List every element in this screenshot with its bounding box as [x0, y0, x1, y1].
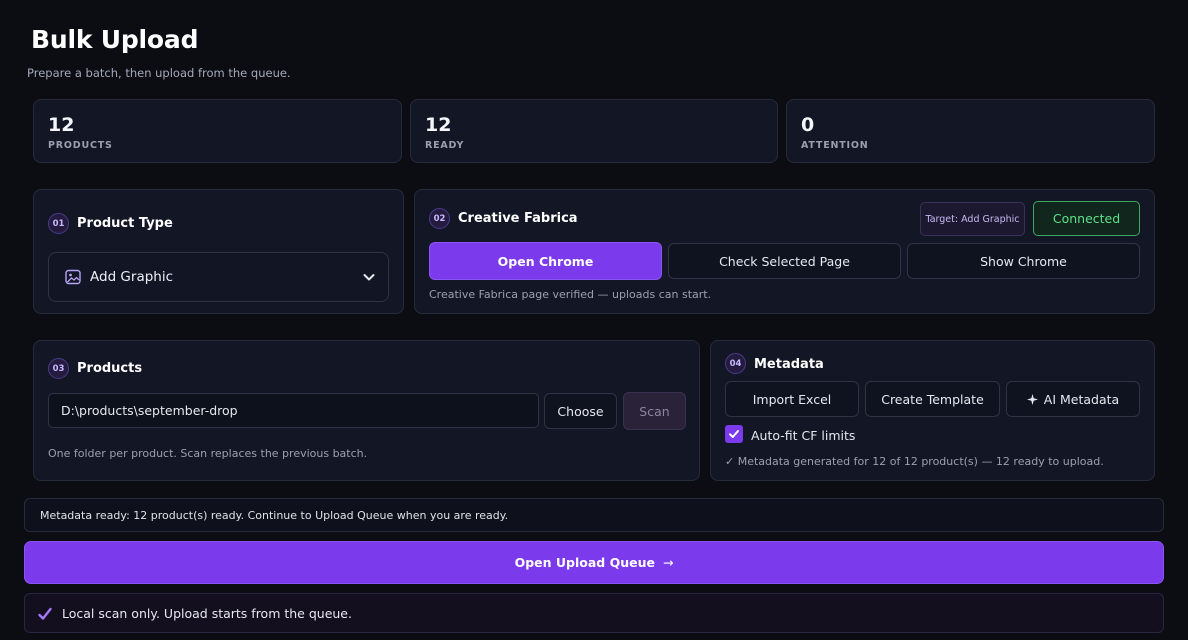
- connection-status-text: Creative Fabrica page verified — uploads…: [429, 288, 712, 301]
- stat-card-attention: 0 ATTENTION: [786, 99, 1155, 163]
- autofit-checkbox[interactable]: [725, 425, 743, 443]
- stat-label: PRODUCTS: [48, 140, 113, 151]
- ai-metadata-button[interactable]: AI Metadata: [1006, 381, 1140, 417]
- chevron-down-icon: [362, 269, 376, 288]
- ai-metadata-label: AI Metadata: [1043, 391, 1120, 407]
- open-upload-queue-label: Open Upload Queue: [514, 555, 655, 570]
- section-title: Products: [77, 361, 143, 376]
- product-type-card: 01 Product Type Add Graphic: [33, 189, 404, 314]
- creative-fabrica-card: 02 Creative Fabrica Target: Add Graphic …: [414, 189, 1155, 314]
- footer-message: Local scan only. Upload starts from the …: [62, 606, 352, 621]
- choose-folder-button[interactable]: Choose: [544, 393, 617, 429]
- image-icon: [65, 269, 81, 285]
- connection-status-badge: Connected: [1033, 201, 1140, 236]
- sparkle-icon: [1026, 393, 1038, 405]
- target-badge: Target: Add Graphic: [920, 202, 1025, 236]
- show-chrome-button[interactable]: Show Chrome: [907, 243, 1140, 279]
- stat-value: 12: [48, 114, 75, 136]
- page-title: Bulk Upload: [31, 25, 199, 54]
- step-badge: 01: [48, 213, 69, 234]
- step-badge: 04: [725, 353, 746, 374]
- metadata-status-text: ✓ Metadata generated for 12 of 12 produc…: [725, 455, 1104, 468]
- stat-label: ATTENTION: [801, 140, 869, 151]
- check-selected-page-button[interactable]: Check Selected Page: [668, 243, 901, 279]
- step-badge: 02: [429, 208, 450, 229]
- stat-value: 12: [425, 114, 452, 136]
- open-upload-queue-button[interactable]: Open Upload Queue →: [24, 541, 1164, 584]
- stat-value: 0: [801, 114, 815, 136]
- metadata-card: 04 Metadata Import Excel Create Template…: [710, 340, 1155, 481]
- import-excel-button[interactable]: Import Excel: [725, 381, 859, 417]
- banner-message: Metadata ready: 12 product(s) ready. Con…: [40, 509, 509, 522]
- arrow-right-icon: →: [662, 555, 674, 570]
- product-type-select[interactable]: Add Graphic: [48, 252, 389, 302]
- stat-card-ready: 12 READY: [410, 99, 778, 163]
- create-template-button[interactable]: Create Template: [865, 381, 1000, 417]
- metadata-ready-banner: Metadata ready: 12 product(s) ready. Con…: [24, 498, 1164, 532]
- folder-path-input[interactable]: [48, 393, 539, 428]
- products-card: 03 Products Choose Scan One folder per p…: [33, 340, 700, 481]
- products-hint: One folder per product. Scan replaces th…: [48, 447, 368, 460]
- check-icon: [728, 428, 740, 440]
- stat-card-products: 12 PRODUCTS: [33, 99, 402, 163]
- scan-button[interactable]: Scan: [623, 392, 686, 430]
- step-badge: 03: [48, 358, 69, 379]
- product-type-value: Add Graphic: [90, 269, 174, 285]
- autofit-label[interactable]: Auto-fit CF limits: [751, 428, 855, 443]
- local-scan-notice: Local scan only. Upload starts from the …: [24, 593, 1164, 633]
- page-subtitle: Prepare a batch, then upload from the qu…: [27, 66, 291, 80]
- section-title: Metadata: [754, 357, 824, 372]
- check-icon: [37, 606, 53, 622]
- stat-label: READY: [425, 140, 465, 151]
- open-chrome-button[interactable]: Open Chrome: [429, 242, 662, 280]
- section-title: Creative Fabrica: [458, 211, 578, 226]
- section-title: Product Type: [77, 216, 173, 231]
